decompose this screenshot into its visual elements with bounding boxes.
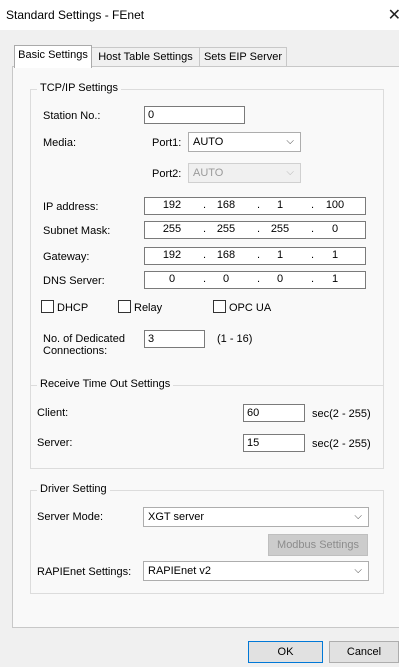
ip-dot: . <box>257 249 261 261</box>
server-timeout-unit: sec(2 - 255) <box>312 438 371 450</box>
gateway-octet-2: 168 <box>216 249 236 261</box>
window-title: Standard Settings - FEnet <box>6 8 145 22</box>
dialog-window: Standard Settings - FEnet ✕ Basic Settin… <box>0 0 399 667</box>
port1-select[interactable]: AUTO ⌵ <box>188 132 301 152</box>
ip-dot: . <box>311 249 315 261</box>
tab-sets-eip-server[interactable]: Sets EIP Server <box>199 47 287 67</box>
connections-input[interactable]: 3 <box>144 330 205 348</box>
ip-dot: . <box>203 223 207 235</box>
chevron-down-icon: ⌵ <box>286 167 294 178</box>
server-timeout-input[interactable]: 15 <box>243 434 305 452</box>
ip-dot: . <box>311 223 315 235</box>
rapienet-select[interactable]: RAPIEnet v2 ⌵ <box>143 561 369 581</box>
tab-basic-settings[interactable]: Basic Settings <box>14 45 92 68</box>
tab-host-table-settings[interactable]: Host Table Settings <box>90 47 201 67</box>
client-label: Client: <box>37 407 69 419</box>
dns-octet-1: 0 <box>168 273 176 285</box>
rapienet-settings-label: RAPIEnet Settings: <box>37 566 132 578</box>
client-timeout-input[interactable]: 60 <box>243 404 305 422</box>
ip-dot: . <box>203 199 207 211</box>
connections-range: (1 - 16) <box>217 333 253 345</box>
close-icon[interactable]: ✕ <box>388 5 399 25</box>
checkbox-box <box>118 300 131 313</box>
subnet-octet-1: 255 <box>162 223 182 235</box>
subnet-octet-2: 255 <box>216 223 236 235</box>
dns-octet-2: 0 <box>222 273 230 285</box>
subnet-label: Subnet Mask: <box>43 225 111 237</box>
port1-value: AUTO <box>193 136 224 148</box>
port2-select: AUTO ⌵ <box>188 163 301 183</box>
client-timeout-unit: sec(2 - 255) <box>312 408 371 420</box>
station-input[interactable]: 0 <box>144 106 245 124</box>
dns-octet-4: 1 <box>331 273 339 285</box>
opcua-label: OPC UA <box>229 302 272 314</box>
dhcp-label: DHCP <box>57 302 89 314</box>
ip-octet-1: 192 <box>162 199 182 211</box>
ip-dot: . <box>203 249 207 261</box>
modbus-settings-button: Modbus Settings <box>268 534 368 556</box>
media-label: Media: <box>43 137 77 149</box>
relay-checkbox[interactable]: Relay <box>118 300 162 314</box>
ip-dot: . <box>203 273 207 285</box>
connections-label-line1: No. of Dedicated <box>43 333 125 345</box>
ip-octet-4: 100 <box>325 199 345 211</box>
checkbox-box <box>41 300 54 313</box>
subnet-octet-4: 0 <box>331 223 339 235</box>
ip-dot: . <box>311 273 315 285</box>
connections-label-line2: Connections: <box>43 345 108 357</box>
ip-dot: . <box>257 223 261 235</box>
chevron-down-icon: ⌵ <box>354 565 362 576</box>
server-mode-value: XGT server <box>148 511 205 523</box>
port2-label: Port2: <box>152 168 182 180</box>
title-bar: Standard Settings - FEnet ✕ <box>0 0 399 30</box>
driver-group-title: Driver Setting <box>37 483 110 495</box>
server-label: Server: <box>37 437 73 449</box>
gateway-octet-1: 192 <box>162 249 182 261</box>
ip-octet-2: 168 <box>216 199 236 211</box>
tcpip-group: TCP/IP Settings Station No.: 0 Media: Po… <box>30 82 384 386</box>
checkbox-box <box>213 300 226 313</box>
opcua-checkbox[interactable]: OPC UA <box>213 300 271 314</box>
chevron-down-icon: ⌵ <box>354 511 362 522</box>
server-mode-select[interactable]: XGT server ⌵ <box>143 507 369 527</box>
dns-octet-3: 0 <box>276 273 284 285</box>
ip-address-label: IP address: <box>43 201 99 213</box>
server-mode-label: Server Mode: <box>37 511 104 523</box>
subnet-input[interactable]: 255 . 255 . 255 . 0 <box>144 221 366 239</box>
port2-value: AUTO <box>193 167 224 179</box>
ip-dot: . <box>257 199 261 211</box>
dhcp-checkbox[interactable]: DHCP <box>41 300 88 314</box>
subnet-octet-3: 255 <box>270 223 290 235</box>
gateway-octet-4: 1 <box>331 249 339 261</box>
cancel-button[interactable]: Cancel <box>329 641 399 663</box>
port1-label: Port1: <box>152 137 182 149</box>
dns-input[interactable]: 0 . 0 . 0 . 1 <box>144 271 366 289</box>
ip-dot: . <box>311 199 315 211</box>
gateway-octet-3: 1 <box>276 249 284 261</box>
gateway-input[interactable]: 192 . 168 . 1 . 1 <box>144 247 366 265</box>
ip-dot: . <box>257 273 261 285</box>
rapienet-value: RAPIEnet v2 <box>148 565 211 577</box>
driver-group: Driver Setting Server Mode: XGT server ⌵… <box>30 483 384 594</box>
ok-button[interactable]: OK <box>248 641 323 663</box>
dns-label: DNS Server: <box>43 275 105 287</box>
ip-address-input[interactable]: 192 . 168 . 1 . 100 <box>144 197 366 215</box>
timeout-group-title: Receive Time Out Settings <box>37 378 174 390</box>
relay-label: Relay <box>134 302 163 314</box>
tab-panel: TCP/IP Settings Station No.: 0 Media: Po… <box>12 66 399 628</box>
chevron-down-icon: ⌵ <box>286 136 294 147</box>
gateway-label: Gateway: <box>43 251 90 263</box>
ip-octet-3: 1 <box>276 199 284 211</box>
timeout-group: Receive Time Out Settings Client: 60 sec… <box>30 378 384 469</box>
station-label: Station No.: <box>43 110 101 122</box>
tcpip-group-title: TCP/IP Settings <box>37 82 122 94</box>
